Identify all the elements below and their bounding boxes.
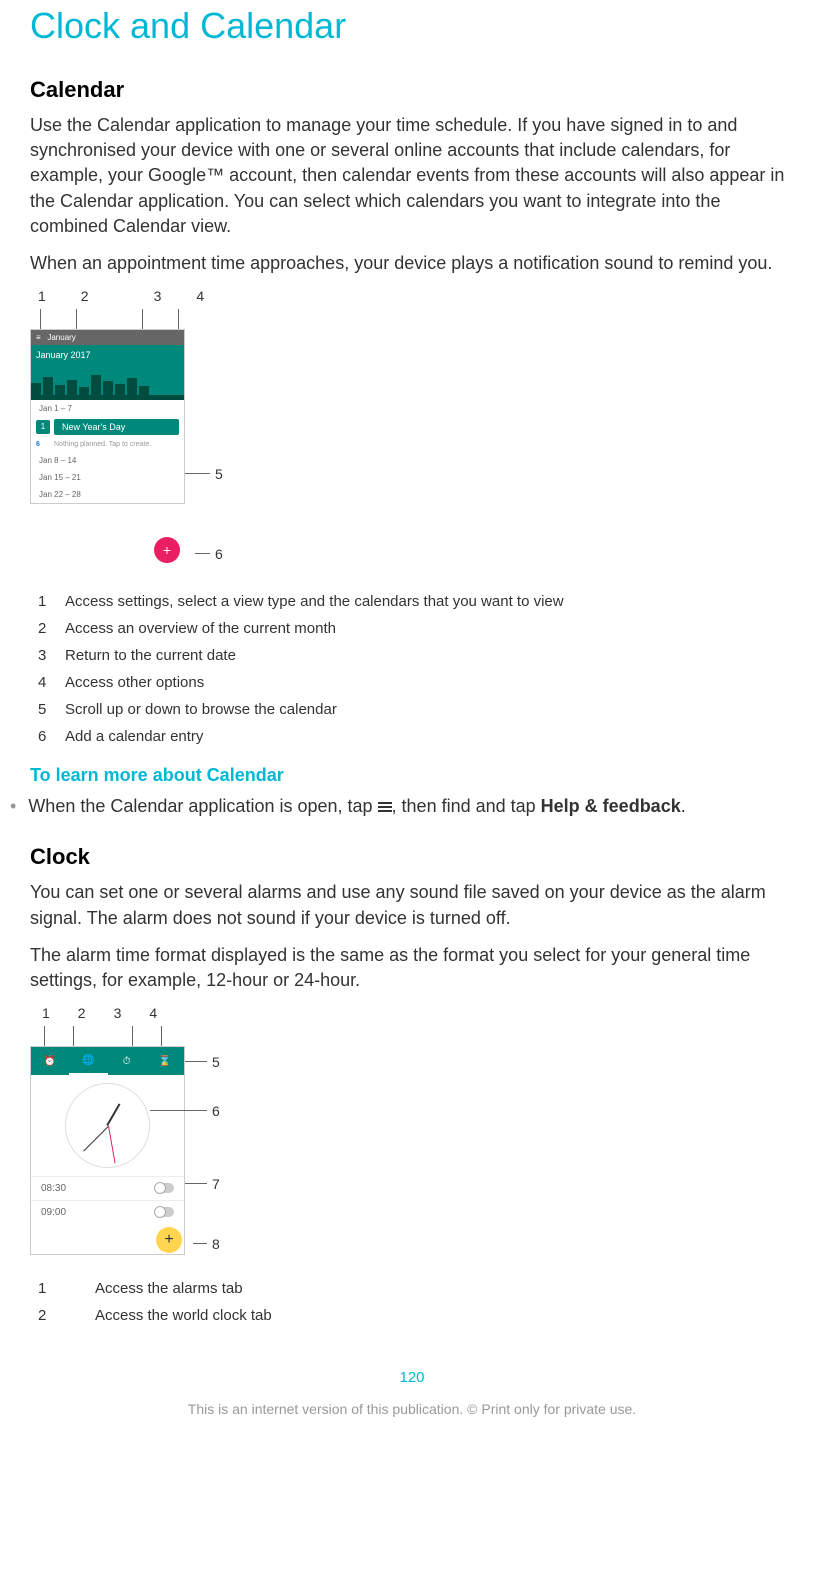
page-number: 120 bbox=[30, 1369, 794, 1386]
clock-legend: 1 Access the alarms tab 2 Access the wor… bbox=[30, 1275, 794, 1329]
calendar-para-2: When an appointment time approaches, you… bbox=[30, 251, 794, 276]
add-alarm-fab: + bbox=[156, 1227, 182, 1253]
calendar-week-3: Jan 15 – 21 bbox=[31, 469, 184, 486]
phone-header-bar: ≡ January bbox=[31, 330, 184, 345]
calendar-week-4: Jan 22 – 28 bbox=[31, 486, 184, 503]
calendar-event: New Year's Day bbox=[54, 419, 179, 435]
clock-callout-8: 8 bbox=[212, 1236, 220, 1252]
alarm-toggle bbox=[154, 1183, 174, 1193]
clock-callout-6: 6 bbox=[212, 1103, 220, 1119]
page-title: Clock and Calendar bbox=[30, 0, 794, 47]
clock-heading: Clock bbox=[30, 844, 794, 870]
alarm-toggle bbox=[154, 1207, 174, 1217]
clock-callout-3: 3 bbox=[114, 1005, 122, 1021]
clock-callout-2: 2 bbox=[78, 1005, 86, 1021]
legend-row: 4 Access other options bbox=[30, 669, 794, 696]
clock-phone-mock: ⏰ 🌐 ⏱ ⌛ 08:30 09:00 bbox=[30, 1046, 185, 1255]
analog-clock-face bbox=[65, 1083, 150, 1168]
learn-more-title: To learn more about Calendar bbox=[30, 765, 794, 786]
clock-callout-4: 4 bbox=[149, 1005, 157, 1021]
calendar-para-1: Use the Calendar application to manage y… bbox=[30, 113, 794, 239]
callout-4: 4 bbox=[196, 288, 204, 304]
legend-row: 1 Access settings, select a view type an… bbox=[30, 588, 794, 615]
timer-tab-icon: ⌛ bbox=[146, 1047, 184, 1075]
month-banner: January 2017 bbox=[36, 350, 91, 360]
alarm-row: 08:30 bbox=[31, 1176, 184, 1200]
calendar-legend: 1 Access settings, select a view type an… bbox=[30, 588, 794, 750]
callout-2: 2 bbox=[81, 288, 89, 304]
clock-callout-1: 1 bbox=[42, 1005, 50, 1021]
legend-row: 5 Scroll up or down to browse the calend… bbox=[30, 696, 794, 723]
callout-3: 3 bbox=[154, 288, 162, 304]
legend-row: 3 Return to the current date bbox=[30, 642, 794, 669]
world-clock-tab-icon: 🌐 bbox=[69, 1047, 107, 1075]
footer-text: This is an internet version of this publ… bbox=[30, 1401, 794, 1417]
stopwatch-tab-icon: ⏱ bbox=[108, 1047, 146, 1075]
clock-para-1: You can set one or several alarms and us… bbox=[30, 880, 794, 930]
alarm-row: 09:00 bbox=[31, 1200, 184, 1224]
learn-more-bullet: • When the Calendar application is open,… bbox=[10, 794, 794, 819]
clock-para-2: The alarm time format displayed is the s… bbox=[30, 943, 794, 993]
alarm-tab-icon: ⏰ bbox=[31, 1047, 69, 1075]
calendar-week-2: Jan 8 – 14 bbox=[31, 452, 184, 469]
callout-6: 6 bbox=[215, 546, 223, 562]
calendar-phone-mock: ≡ January January 2017 Jan 1 – 7 bbox=[30, 329, 185, 504]
clock-callout-5: 5 bbox=[212, 1054, 220, 1070]
legend-row: 2 Access the world clock tab bbox=[30, 1302, 794, 1329]
calendar-heading: Calendar bbox=[30, 77, 794, 103]
calendar-diagram: 1 2 3 4 ≡ January January 2017 bbox=[30, 288, 794, 568]
calendar-week-1: Jan 1 – 7 bbox=[31, 400, 184, 417]
clock-callout-7: 7 bbox=[212, 1176, 220, 1192]
clock-diagram: 1 2 3 4 ⏰ 🌐 ⏱ ⌛ 08:30 09:00 + bbox=[30, 1005, 230, 1255]
legend-row: 1 Access the alarms tab bbox=[30, 1275, 794, 1302]
legend-row: 2 Access an overview of the current mont… bbox=[30, 615, 794, 642]
legend-row: 6 Add a calendar entry bbox=[30, 723, 794, 750]
hamburger-icon bbox=[378, 800, 392, 814]
callout-5: 5 bbox=[215, 466, 223, 482]
callout-1: 1 bbox=[38, 288, 46, 304]
add-entry-fab: + bbox=[154, 537, 180, 563]
